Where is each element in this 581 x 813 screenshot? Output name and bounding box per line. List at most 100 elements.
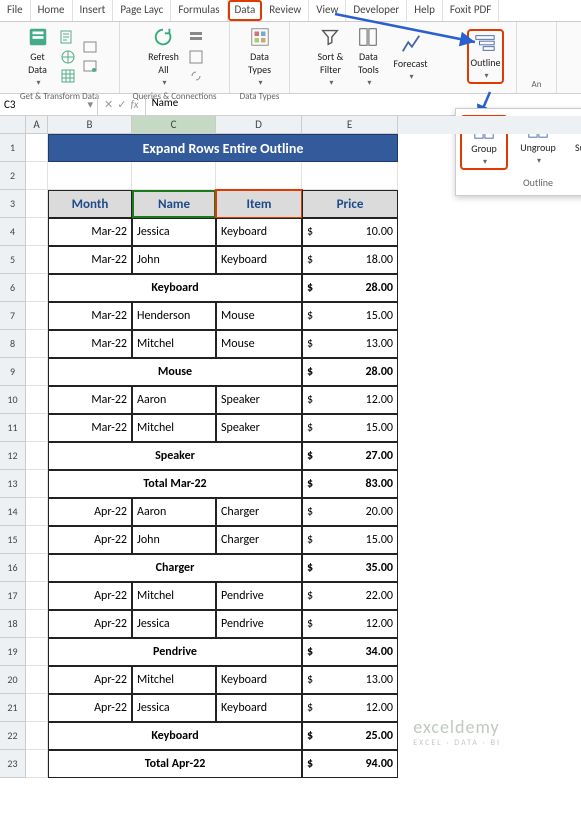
- cell-item[interactable]: Keyboard: [216, 218, 302, 246]
- row-header[interactable]: 19: [0, 638, 26, 666]
- cell-month[interactable]: Mar-22: [48, 414, 132, 442]
- subtotal-label[interactable]: Total Apr-22: [48, 750, 302, 778]
- menu-review[interactable]: Review: [262, 0, 309, 21]
- cell[interactable]: [26, 638, 48, 666]
- cell[interactable]: [26, 442, 48, 470]
- row-header[interactable]: 2: [0, 162, 26, 190]
- row-header[interactable]: 7: [0, 302, 26, 330]
- row-header[interactable]: 6: [0, 274, 26, 302]
- cell-price[interactable]: $13.00: [302, 330, 398, 358]
- from-web-icon[interactable]: [59, 48, 77, 66]
- subtotal-label[interactable]: Total Mar-22: [48, 470, 302, 498]
- cell[interactable]: [26, 386, 48, 414]
- cell-item[interactable]: Pendrive: [216, 610, 302, 638]
- th-month[interactable]: Month: [48, 190, 132, 218]
- cancel-icon[interactable]: ✕: [104, 98, 113, 111]
- row-header[interactable]: 20: [0, 666, 26, 694]
- cell-month[interactable]: Mar-22: [48, 386, 132, 414]
- cell[interactable]: [26, 554, 48, 582]
- cell-name[interactable]: Jessica: [132, 610, 216, 638]
- cell[interactable]: [132, 162, 216, 190]
- row-header[interactable]: 16: [0, 554, 26, 582]
- cell-price[interactable]: $12.00: [302, 386, 398, 414]
- th-item[interactable]: Item: [216, 190, 302, 218]
- cell-item[interactable]: Speaker: [216, 386, 302, 414]
- col-header-C[interactable]: C: [132, 116, 216, 134]
- subtotal-label[interactable]: Keyboard: [48, 722, 302, 750]
- edit-links-icon[interactable]: [187, 67, 205, 85]
- cell[interactable]: [26, 750, 48, 778]
- cell[interactable]: [302, 162, 398, 190]
- th-price[interactable]: Price: [302, 190, 398, 218]
- subtotal-label[interactable]: Speaker: [48, 442, 302, 470]
- cell-price[interactable]: $20.00: [302, 498, 398, 526]
- cell[interactable]: [26, 274, 48, 302]
- menu-view[interactable]: View: [309, 0, 346, 21]
- row-header[interactable]: 5: [0, 246, 26, 274]
- subtotal-label[interactable]: Keyboard: [48, 274, 302, 302]
- cell-price[interactable]: $12.00: [302, 610, 398, 638]
- cell-price[interactable]: $83.00: [302, 470, 398, 498]
- row-header[interactable]: 15: [0, 526, 26, 554]
- cell[interactable]: [26, 218, 48, 246]
- row-header[interactable]: 14: [0, 498, 26, 526]
- cell-name[interactable]: Aaron: [132, 386, 216, 414]
- cell-month[interactable]: Mar-22: [48, 330, 132, 358]
- row-header[interactable]: 12: [0, 442, 26, 470]
- cell[interactable]: [26, 414, 48, 442]
- cell-name[interactable]: Jessica: [132, 694, 216, 722]
- data-types-button[interactable]: Data Types: [243, 24, 277, 90]
- cell-item[interactable]: Keyboard: [216, 246, 302, 274]
- cell-price[interactable]: $18.00: [302, 246, 398, 274]
- row-header[interactable]: 11: [0, 414, 26, 442]
- cell[interactable]: [48, 162, 132, 190]
- cell-name[interactable]: John: [132, 246, 216, 274]
- cell[interactable]: [26, 498, 48, 526]
- cell-price[interactable]: $15.00: [302, 302, 398, 330]
- row-header[interactable]: 22: [0, 722, 26, 750]
- properties-icon[interactable]: [187, 48, 205, 66]
- row-header[interactable]: 10: [0, 386, 26, 414]
- data-tools-button[interactable]: Data Tools: [351, 24, 385, 90]
- cell-name[interactable]: Mitchel: [132, 414, 216, 442]
- cell-item[interactable]: Keyboard: [216, 666, 302, 694]
- cell-price[interactable]: $22.00: [302, 582, 398, 610]
- cell-price[interactable]: $15.00: [302, 414, 398, 442]
- menu-file[interactable]: File: [0, 0, 31, 21]
- menu-developer[interactable]: Developer: [346, 0, 407, 21]
- outline-button[interactable]: Outline: [467, 29, 503, 84]
- th-name[interactable]: Name: [132, 190, 216, 218]
- cell-price[interactable]: $12.00: [302, 694, 398, 722]
- cell-price[interactable]: $28.00: [302, 358, 398, 386]
- col-header-D[interactable]: D: [216, 116, 302, 134]
- col-header-B[interactable]: B: [48, 116, 132, 134]
- cell-item[interactable]: Mouse: [216, 330, 302, 358]
- cell[interactable]: [26, 330, 48, 358]
- menu-foxit-pdf[interactable]: Foxit PDF: [443, 0, 499, 21]
- select-all-triangle[interactable]: [0, 116, 26, 134]
- row-header[interactable]: 17: [0, 582, 26, 610]
- row-header[interactable]: 9: [0, 358, 26, 386]
- enter-icon[interactable]: ✓: [117, 98, 126, 111]
- cell[interactable]: [216, 162, 302, 190]
- cell-month[interactable]: Mar-22: [48, 218, 132, 246]
- row-header[interactable]: 21: [0, 694, 26, 722]
- cell-price[interactable]: $35.00: [302, 554, 398, 582]
- cell-month[interactable]: Mar-22: [48, 246, 132, 274]
- menu-home[interactable]: Home: [31, 0, 73, 21]
- from-table-icon[interactable]: [59, 67, 77, 85]
- cell-name[interactable]: Henderson: [132, 302, 216, 330]
- cell-name[interactable]: Jessica: [132, 218, 216, 246]
- cell-month[interactable]: Apr-22: [48, 666, 132, 694]
- cell-price[interactable]: $15.00: [302, 526, 398, 554]
- cell-item[interactable]: Keyboard: [216, 694, 302, 722]
- cell-name[interactable]: John: [132, 526, 216, 554]
- cell-month[interactable]: Apr-22: [48, 582, 132, 610]
- cell-price[interactable]: $27.00: [302, 442, 398, 470]
- menu-data[interactable]: Data: [228, 0, 263, 21]
- cell-price[interactable]: $10.00: [302, 218, 398, 246]
- cell[interactable]: [26, 162, 48, 190]
- menu-insert[interactable]: Insert: [73, 0, 114, 21]
- get-data-button[interactable]: Get Data: [21, 24, 55, 90]
- cell[interactable]: [26, 470, 48, 498]
